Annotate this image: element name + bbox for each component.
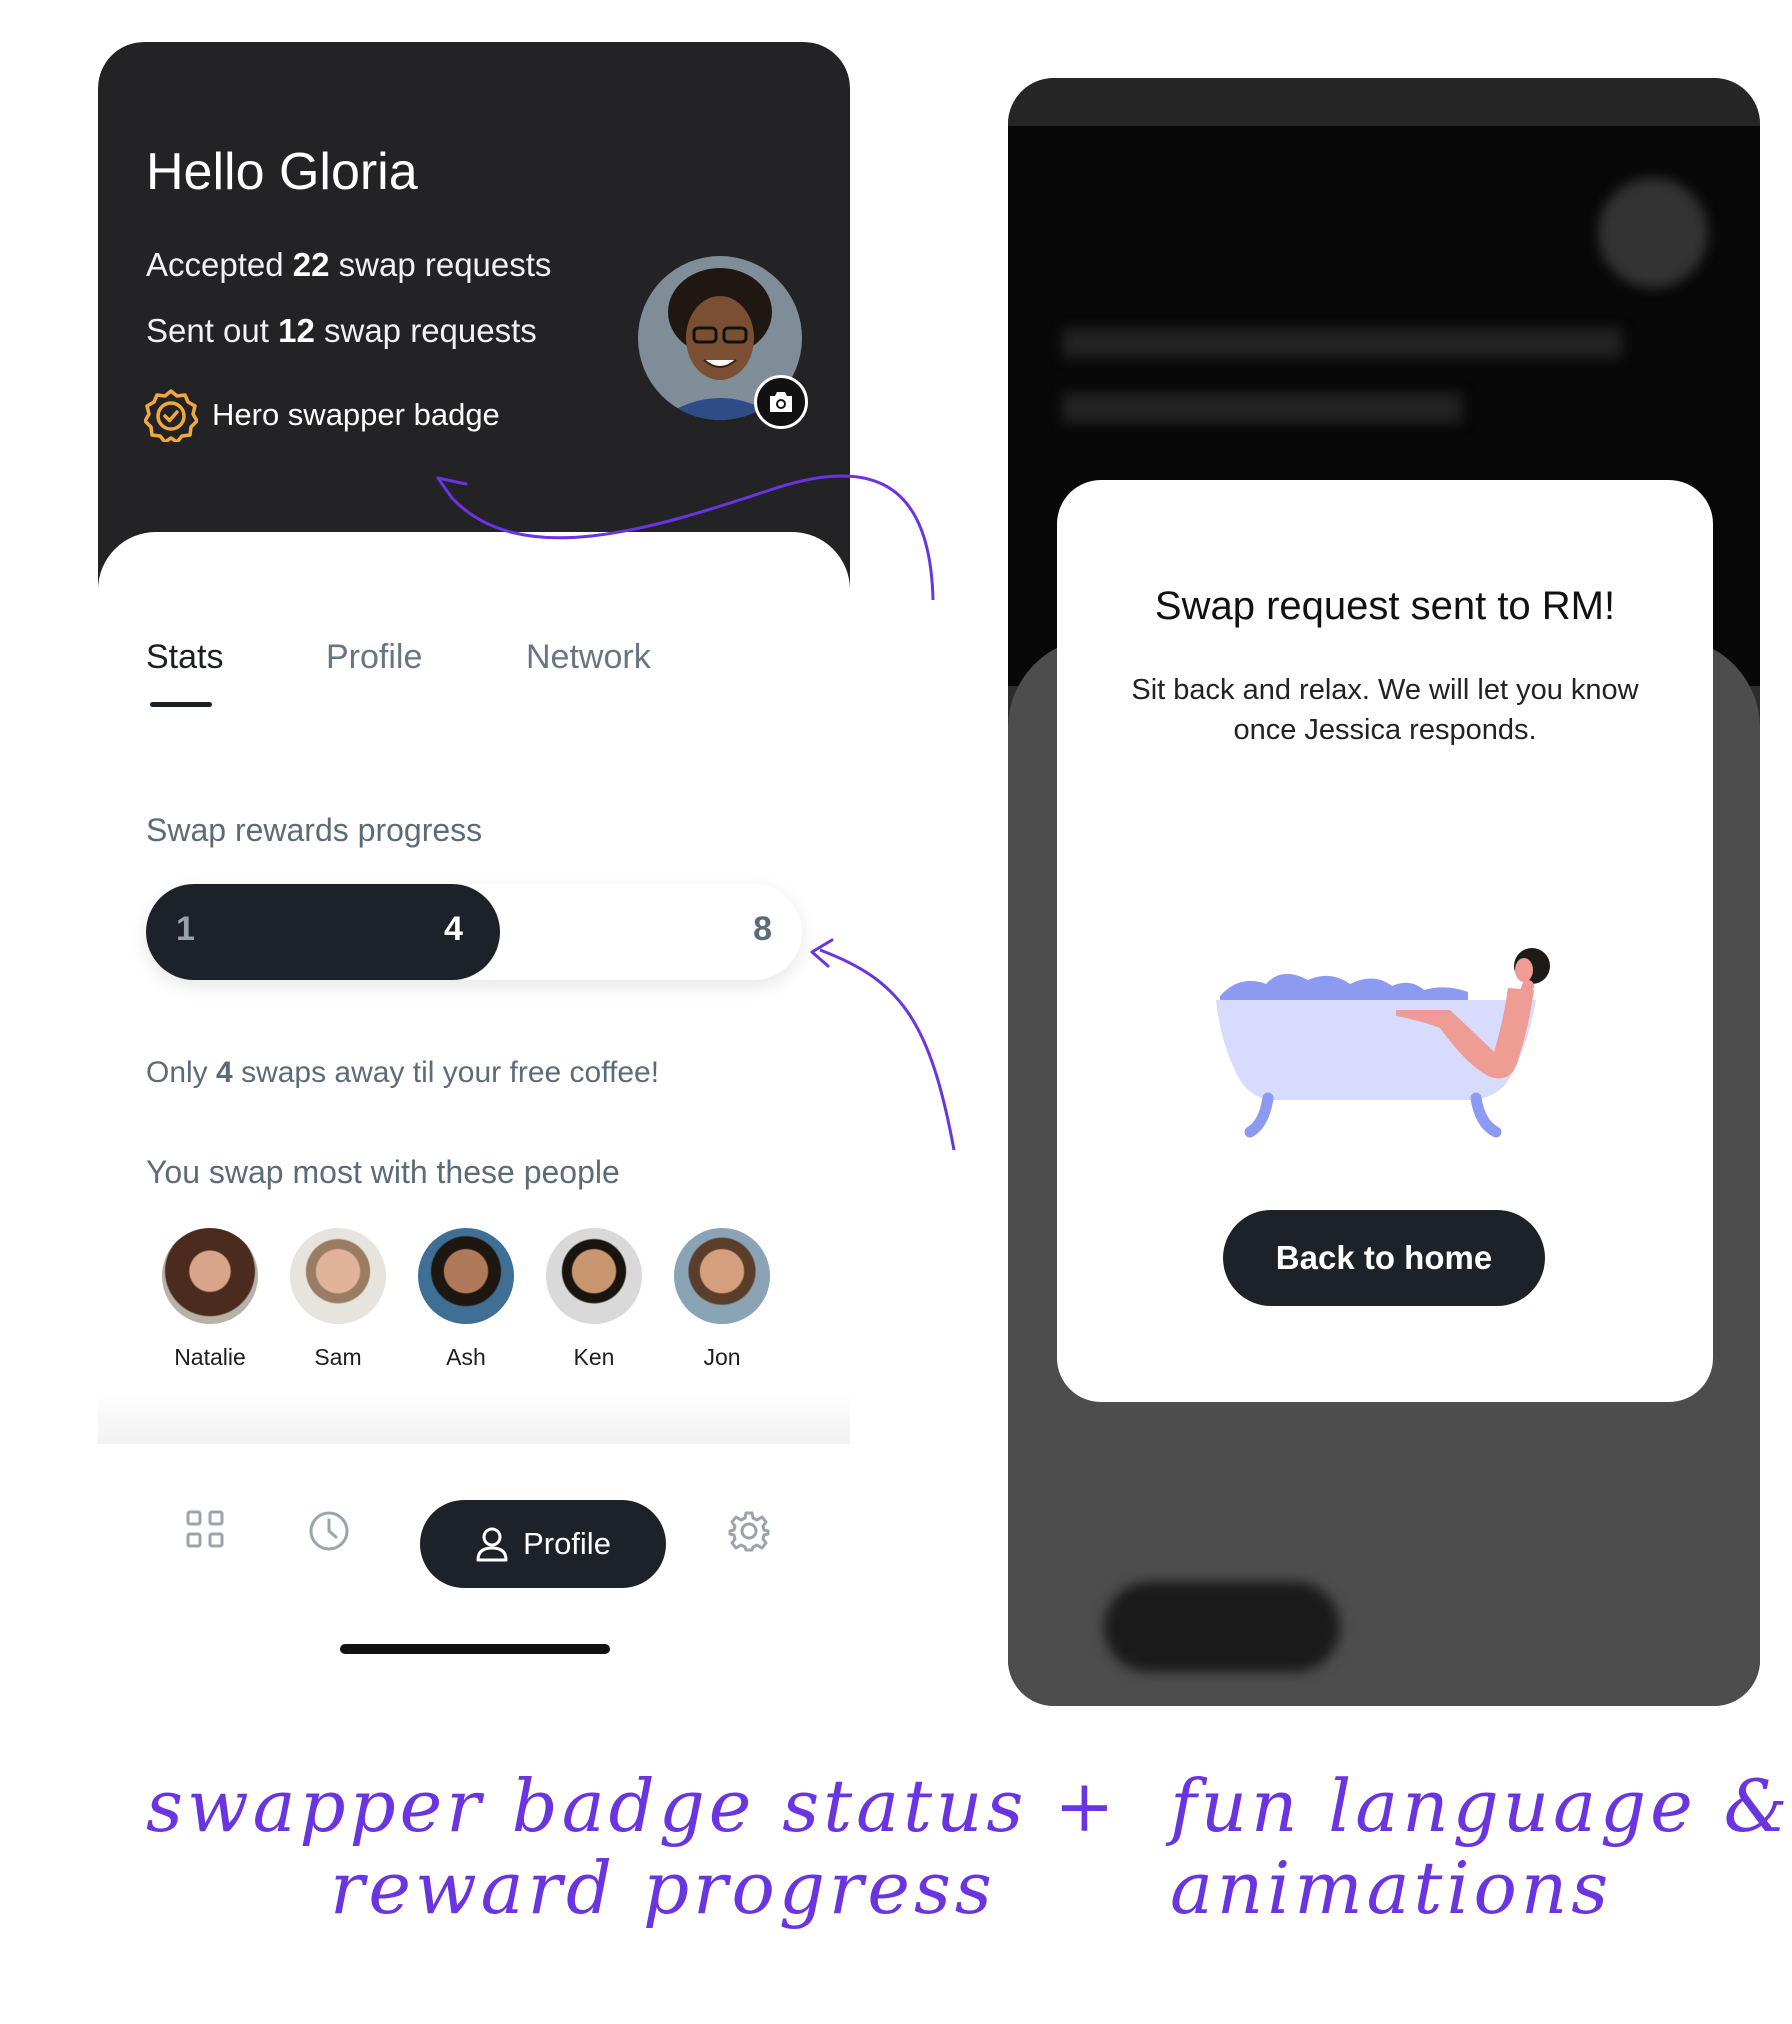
annotation-caption: swapper badge status + — [146, 1764, 1119, 1848]
arrowhead-icon — [436, 476, 468, 500]
arrow-to-progress — [819, 948, 956, 1151]
annotation-caption: animations — [1170, 1846, 1613, 1930]
annotation-arrows — [436, 474, 956, 1151]
annotation-caption: fun language & — [1170, 1764, 1792, 1848]
annotation-caption: reward progress — [330, 1846, 996, 1930]
arrow-to-badge — [450, 474, 935, 601]
